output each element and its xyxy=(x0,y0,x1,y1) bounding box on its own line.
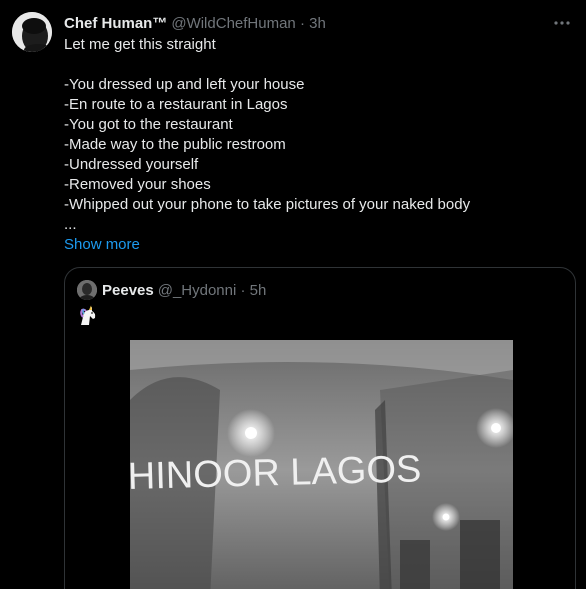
quoted-author-name: Peeves xyxy=(102,281,154,299)
author-name[interactable]: Chef Human™ xyxy=(64,15,167,32)
tweet-text-line: Let me get this straight xyxy=(64,36,216,53)
quoted-author-avatar xyxy=(77,280,97,300)
tweet-text-line: -You got to the restaurant xyxy=(64,116,233,133)
unicorn-icon xyxy=(77,305,99,327)
image-sign-text: HINOOR LAGOS xyxy=(130,448,422,498)
tweet-text-line: -You dressed up and left your house xyxy=(64,76,305,93)
author-handle-and-time[interactable]: @WildChefHuman · 3h xyxy=(171,15,325,32)
tweet[interactable]: Chef Human™ @WildChefHuman · 3h Let me g… xyxy=(0,0,586,589)
tweet-text: Let me get this straight -You dressed up… xyxy=(64,35,564,235)
more-icon xyxy=(554,21,570,25)
more-options-button[interactable] xyxy=(551,12,573,34)
quoted-tweet-image[interactable]: HINOOR LAGOS xyxy=(130,340,513,589)
tweet-text-line: -Undressed yourself xyxy=(64,156,199,173)
tweet-text-line: -Whipped out your phone to take pictures… xyxy=(64,196,471,213)
tweet-text-line: -Made way to the public restroom xyxy=(64,136,286,153)
quoted-author-handle-and-time: @_Hydonni · 5h xyxy=(157,281,267,299)
author-avatar[interactable] xyxy=(12,12,52,52)
tweet-text-line: -Removed your shoes xyxy=(64,176,211,193)
tweet-text-ellipsis: ... xyxy=(64,216,77,233)
tweet-text-blank-line xyxy=(64,55,564,75)
tweet-header: Chef Human™ @WildChefHuman · 3h xyxy=(64,13,326,33)
quoted-tweet-header: Peeves @_Hydonni · 5h xyxy=(102,280,266,300)
show-more-link[interactable]: Show more xyxy=(64,235,140,255)
quoted-tweet[interactable]: Peeves @_Hydonni · 5h HINOOR LAGOS xyxy=(64,267,576,589)
tweet-text-line: -En route to a restaurant in Lagos xyxy=(64,96,288,113)
